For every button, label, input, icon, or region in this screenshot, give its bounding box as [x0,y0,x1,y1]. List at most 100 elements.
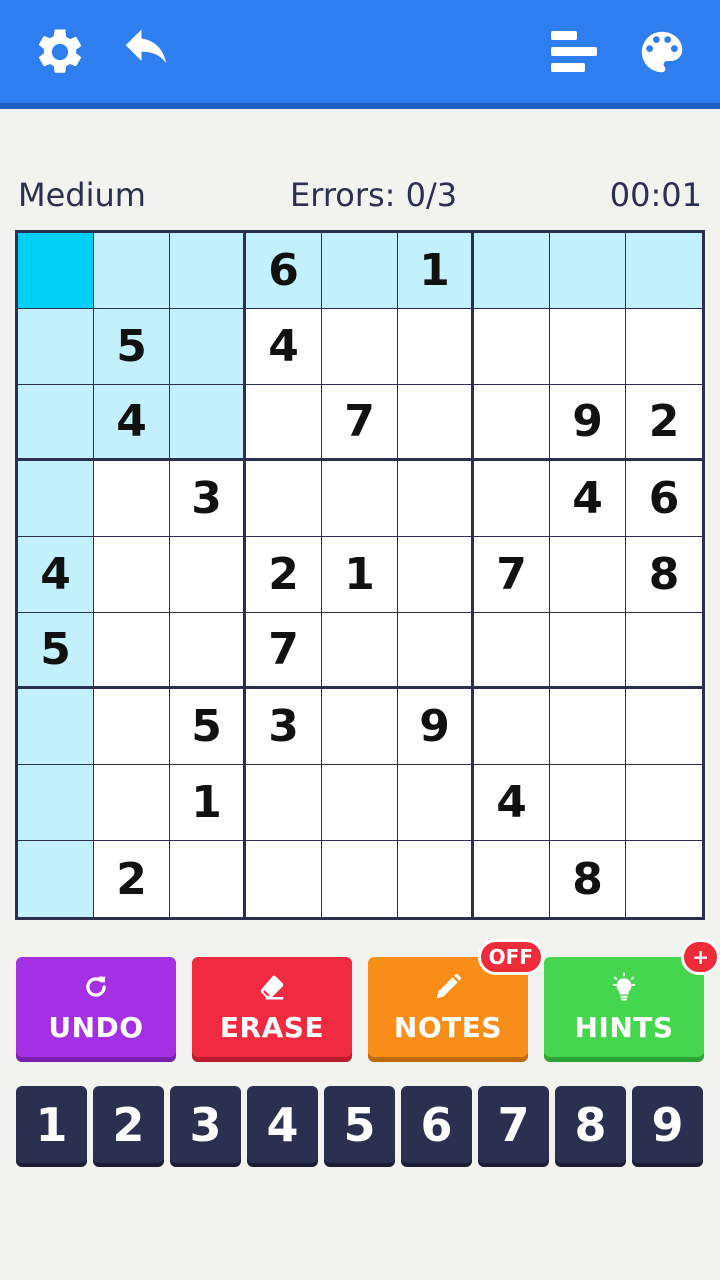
grid-cell-r1-c6[interactable]: 1 [398,233,474,309]
grid-cell-r1-c9[interactable] [626,233,702,309]
grid-cell-r9-c3[interactable] [170,841,246,917]
undo-button[interactable]: UNDO [16,957,176,1057]
grid-cell-r7-c9[interactable] [626,689,702,765]
back-button[interactable] [118,24,174,80]
grid-cell-r9-c4[interactable] [246,841,322,917]
number-key-2[interactable]: 2 [93,1086,164,1163]
grid-cell-r3-c9[interactable]: 2 [626,385,702,461]
grid-cell-r7-c7[interactable] [474,689,550,765]
grid-cell-r3-c8[interactable]: 9 [550,385,626,461]
grid-cell-r5-c8[interactable] [550,537,626,613]
grid-cell-r7-c4[interactable]: 3 [246,689,322,765]
grid-cell-r3-c4[interactable] [246,385,322,461]
grid-cell-r2-c4[interactable]: 4 [246,309,322,385]
grid-cell-r8-c6[interactable] [398,765,474,841]
grid-cell-r9-c7[interactable] [474,841,550,917]
grid-cell-r4-c8[interactable]: 4 [550,461,626,537]
grid-cell-r1-c1[interactable] [18,233,94,309]
grid-cell-r8-c2[interactable] [94,765,170,841]
grid-cell-r6-c1[interactable]: 5 [18,613,94,689]
grid-cell-r5-c9[interactable]: 8 [626,537,702,613]
grid-cell-r4-c9[interactable]: 6 [626,461,702,537]
leaderboard-button[interactable] [546,24,602,80]
grid-cell-r2-c8[interactable] [550,309,626,385]
grid-cell-r2-c9[interactable] [626,309,702,385]
erase-button[interactable]: ERASE [192,957,352,1057]
grid-cell-r5-c3[interactable] [170,537,246,613]
grid-cell-r1-c2[interactable] [94,233,170,309]
grid-cell-r8-c9[interactable] [626,765,702,841]
grid-cell-r4-c2[interactable] [94,461,170,537]
grid-cell-r8-c1[interactable] [18,765,94,841]
grid-cell-r5-c2[interactable] [94,537,170,613]
grid-cell-r6-c7[interactable] [474,613,550,689]
grid-cell-r5-c6[interactable] [398,537,474,613]
grid-cell-r7-c8[interactable] [550,689,626,765]
grid-cell-r3-c7[interactable] [474,385,550,461]
grid-cell-r3-c5[interactable]: 7 [322,385,398,461]
number-key-6[interactable]: 6 [401,1086,472,1163]
notes-button[interactable]: NOTES OFF [368,939,544,1057]
grid-cell-r2-c5[interactable] [322,309,398,385]
grid-cell-r6-c9[interactable] [626,613,702,689]
grid-cell-r5-c7[interactable]: 7 [474,537,550,613]
grid-cell-r3-c2[interactable]: 4 [94,385,170,461]
grid-cell-r2-c1[interactable] [18,309,94,385]
grid-cell-r7-c3[interactable]: 5 [170,689,246,765]
grid-cell-r9-c1[interactable] [18,841,94,917]
grid-cell-r1-c4[interactable]: 6 [246,233,322,309]
grid-cell-r3-c3[interactable] [170,385,246,461]
grid-cell-r6-c6[interactable] [398,613,474,689]
grid-cell-r9-c9[interactable] [626,841,702,917]
grid-cell-r1-c8[interactable] [550,233,626,309]
grid-cell-r6-c5[interactable] [322,613,398,689]
theme-button[interactable] [634,24,690,80]
grid-cell-r5-c1[interactable]: 4 [18,537,94,613]
grid-cell-r4-c3[interactable]: 3 [170,461,246,537]
grid-cell-r4-c4[interactable] [246,461,322,537]
number-key-5[interactable]: 5 [324,1086,395,1163]
grid-cell-r8-c8[interactable] [550,765,626,841]
number-key-9[interactable]: 9 [632,1086,703,1163]
grid-cell-r4-c5[interactable] [322,461,398,537]
grid-cell-r4-c7[interactable] [474,461,550,537]
grid-cell-r9-c2[interactable]: 2 [94,841,170,917]
grid-cell-r9-c5[interactable] [322,841,398,917]
grid-cell-r7-c6[interactable]: 9 [398,689,474,765]
notes-button-label: NOTES [393,1011,503,1044]
grid-cell-r5-c4[interactable]: 2 [246,537,322,613]
grid-cell-r4-c6[interactable] [398,461,474,537]
grid-cell-r6-c8[interactable] [550,613,626,689]
grid-cell-r7-c5[interactable] [322,689,398,765]
number-key-7[interactable]: 7 [478,1086,549,1163]
grid-cell-r6-c4[interactable]: 7 [246,613,322,689]
grid-cell-r7-c2[interactable] [94,689,170,765]
grid-cell-r2-c3[interactable] [170,309,246,385]
number-key-4[interactable]: 4 [247,1086,318,1163]
grid-cell-r1-c5[interactable] [322,233,398,309]
grid-cell-r1-c7[interactable] [474,233,550,309]
grid-cell-r6-c3[interactable] [170,613,246,689]
grid-cell-r2-c6[interactable] [398,309,474,385]
settings-button[interactable] [32,24,88,80]
number-key-8[interactable]: 8 [555,1086,626,1163]
grid-cell-r2-c2[interactable]: 5 [94,309,170,385]
grid-cell-r3-c1[interactable] [18,385,94,461]
grid-cell-r8-c7[interactable]: 4 [474,765,550,841]
grid-cell-r8-c5[interactable] [322,765,398,841]
number-key-3[interactable]: 3 [170,1086,241,1163]
grid-cell-r8-c3[interactable]: 1 [170,765,246,841]
grid-cell-r3-c6[interactable] [398,385,474,461]
hints-button[interactable]: HINTS + [544,939,720,1057]
grid-cell-r9-c6[interactable] [398,841,474,917]
grid-cell-r1-c3[interactable] [170,233,246,309]
grid-cell-r5-c5[interactable]: 1 [322,537,398,613]
sudoku-grid: 6154479234642178575391428 [18,233,702,917]
grid-cell-r2-c7[interactable] [474,309,550,385]
grid-cell-r8-c4[interactable] [246,765,322,841]
grid-cell-r7-c1[interactable] [18,689,94,765]
grid-cell-r9-c8[interactable]: 8 [550,841,626,917]
number-key-1[interactable]: 1 [16,1086,87,1163]
grid-cell-r6-c2[interactable] [94,613,170,689]
grid-cell-r4-c1[interactable] [18,461,94,537]
